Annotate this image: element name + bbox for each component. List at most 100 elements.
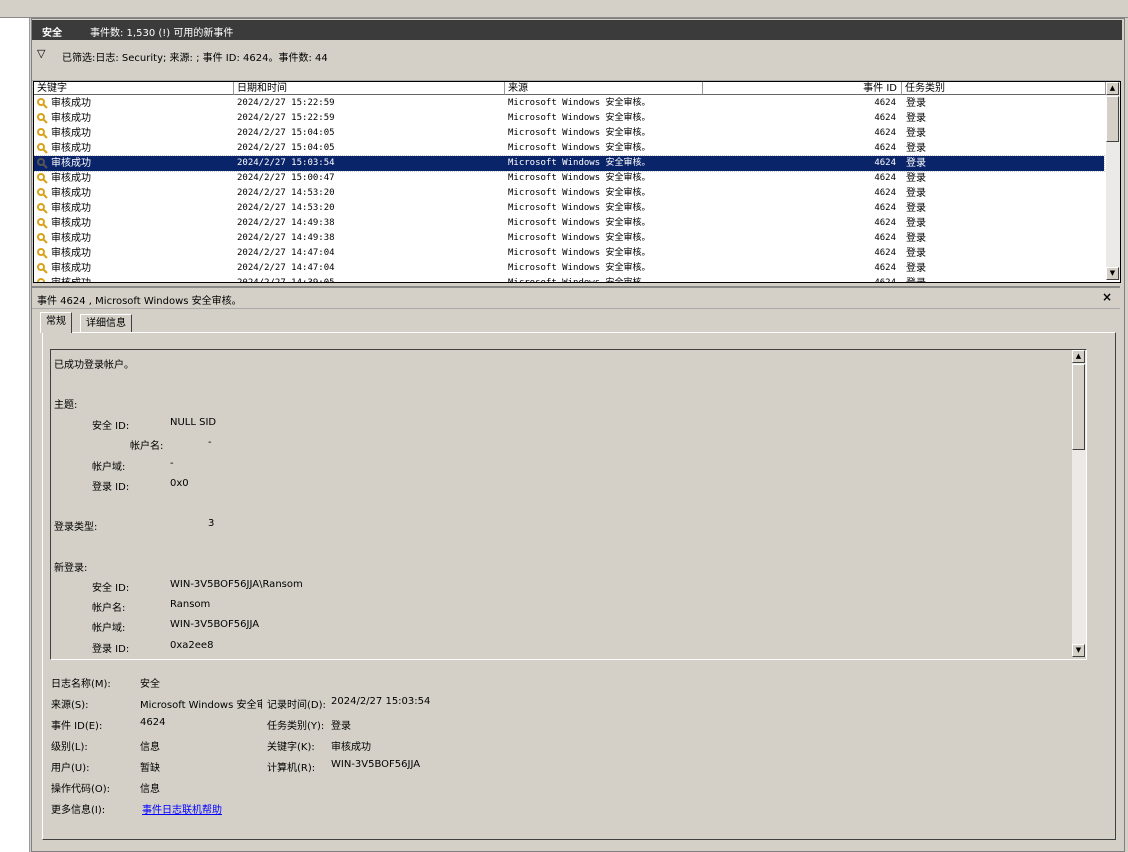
row-event-id: 4624 xyxy=(874,248,896,258)
scroll-up-button[interactable]: ▲ xyxy=(1072,350,1085,363)
scroll-up-button[interactable]: ▲ xyxy=(1106,82,1119,95)
event-table: 关键字 日期和时间 来源 事件 ID 任务类别 审核成功 2024/2/27 15… xyxy=(33,81,1121,283)
tab-details[interactable]: 详细信息 xyxy=(80,314,132,333)
field-value: 0xa2ee8 xyxy=(170,640,214,651)
more-info-label: 更多信息(I): xyxy=(51,805,106,816)
row-event-id: 4624 xyxy=(874,188,896,198)
column-keyword[interactable]: 关键字 xyxy=(34,82,234,95)
field-label: 登录 ID: xyxy=(92,644,130,655)
level-value: 信息 xyxy=(140,742,160,753)
logged-label: 记录时间(D): xyxy=(267,700,326,711)
field-label: 帐户域: xyxy=(92,623,126,634)
table-row[interactable]: 审核成功 2024/2/27 15:04:05 Microsoft Windows … xyxy=(34,126,1104,141)
row-datetime: 2024/2/27 14:49:38 xyxy=(237,218,335,228)
row-task: 登录 xyxy=(906,248,926,259)
column-event-id[interactable]: 事件 ID xyxy=(703,82,902,95)
field-label: 登录 ID: xyxy=(92,482,130,493)
field-value: Ransom xyxy=(170,599,211,610)
field-label: 帐户域: xyxy=(92,462,126,473)
close-icon[interactable]: × xyxy=(1102,290,1112,304)
table-row[interactable]: 审核成功 2024/2/27 15:00:47 Microsoft Windows … xyxy=(34,171,1104,186)
log-name-value: 安全 xyxy=(140,679,160,690)
row-datetime: 2024/2/27 15:22:59 xyxy=(237,113,335,123)
message-intro: 已成功登录帐户。 xyxy=(54,360,134,371)
table-row[interactable]: 审核成功 2024/2/27 15:22:59 Microsoft Windows … xyxy=(34,111,1104,126)
row-source: Microsoft Windows 安全审核。 xyxy=(508,188,651,198)
field-value: - xyxy=(208,437,212,448)
key-icon xyxy=(37,276,48,282)
row-keyword: 审核成功 xyxy=(51,203,91,214)
row-source: Microsoft Windows 安全审核。 xyxy=(508,98,651,108)
scroll-down-button[interactable]: ▼ xyxy=(1072,644,1085,657)
row-datetime: 2024/2/27 14:47:04 xyxy=(237,263,335,273)
table-row[interactable]: 审核成功 2024/2/27 14:49:38 Microsoft Windows … xyxy=(34,231,1104,246)
row-keyword: 审核成功 xyxy=(51,158,91,169)
row-keyword: 审核成功 xyxy=(51,113,91,124)
event-count: 事件数: 1,530 (!) 可用的新事件 xyxy=(90,28,234,39)
row-datetime: 2024/2/27 15:03:54 xyxy=(237,158,335,168)
row-task: 登录 xyxy=(906,98,926,109)
row-datetime: 2024/2/27 15:04:05 xyxy=(237,128,335,138)
row-source: Microsoft Windows 安全审核。 xyxy=(508,248,651,258)
row-event-id: 4624 xyxy=(874,263,896,273)
row-keyword: 审核成功 xyxy=(51,188,91,199)
keywords-label: 关键字(K): xyxy=(267,742,315,753)
row-event-id: 4624 xyxy=(874,98,896,108)
detail-header: 事件 4624 , Microsoft Windows 安全审核。 × xyxy=(32,286,1120,309)
row-datetime: 2024/2/27 14:47:04 xyxy=(237,248,335,258)
row-datetime: 2024/2/27 14:53:20 xyxy=(237,203,335,213)
logon-type-label: 登录类型: xyxy=(54,522,98,533)
left-pane xyxy=(0,18,30,852)
row-event-id: 4624 xyxy=(874,218,896,228)
table-scrollbar[interactable]: ▲ ▼ xyxy=(1106,82,1120,280)
row-datetime: 2024/2/27 14:39:05 xyxy=(237,278,335,283)
row-task: 登录 xyxy=(906,233,926,244)
table-row[interactable]: 审核成功 2024/2/27 14:39:05 Microsoft Windows … xyxy=(34,276,1104,283)
computer-value: WIN-3V5BOF56JJA xyxy=(331,759,421,770)
table-row[interactable]: 审核成功 2024/2/27 14:49:38 Microsoft Windows … xyxy=(34,216,1104,231)
column-task[interactable]: 任务类别 xyxy=(902,82,1106,95)
column-source[interactable]: 来源 xyxy=(505,82,703,95)
message-scrollbar[interactable]: ▲ ▼ xyxy=(1072,350,1086,657)
row-source: Microsoft Windows 安全审核。 xyxy=(508,263,651,273)
table-row[interactable]: 审核成功 2024/2/27 14:47:04 Microsoft Windows … xyxy=(34,246,1104,261)
table-row[interactable]: 审核成功 2024/2/27 14:53:20 Microsoft Windows … xyxy=(34,186,1104,201)
table-row[interactable]: 审核成功 2024/2/27 15:22:59 Microsoft Windows … xyxy=(34,96,1104,111)
row-task: 登录 xyxy=(906,173,926,184)
row-event-id: 4624 xyxy=(874,173,896,183)
row-source: Microsoft Windows 安全审核。 xyxy=(508,203,651,213)
table-row[interactable]: 审核成功 2024/2/27 14:47:04 Microsoft Windows … xyxy=(34,261,1104,276)
user-value: 暂缺 xyxy=(140,763,160,774)
row-keyword: 审核成功 xyxy=(51,218,91,229)
row-datetime: 2024/2/27 15:04:05 xyxy=(237,143,335,153)
row-event-id: 4624 xyxy=(874,278,896,283)
row-keyword: 审核成功 xyxy=(51,98,91,109)
row-keyword: 审核成功 xyxy=(51,173,91,184)
opcode-value: 信息 xyxy=(140,784,160,795)
scroll-thumb[interactable] xyxy=(1106,96,1119,142)
event-message-box[interactable]: 已成功登录帐户。 主题: 安全 ID: NULL SID 帐户名: - 帐户域:… xyxy=(50,349,1087,660)
field-value: WIN-3V5BOF56JJA xyxy=(170,619,260,630)
task-label: 任务类别(Y): xyxy=(267,721,325,732)
row-keyword: 审核成功 xyxy=(51,233,91,244)
row-task: 登录 xyxy=(906,203,926,214)
row-task: 登录 xyxy=(906,188,926,199)
row-task: 登录 xyxy=(906,218,926,229)
column-datetime[interactable]: 日期和时间 xyxy=(234,82,505,95)
filter-icon: ▽ xyxy=(37,47,46,60)
scroll-thumb[interactable] xyxy=(1072,364,1085,450)
row-keyword: 审核成功 xyxy=(51,128,91,139)
table-row[interactable]: 审核成功 2024/2/27 15:04:05 Microsoft Windows … xyxy=(34,141,1104,156)
log-name-label: 日志名称(M): xyxy=(51,679,111,690)
scroll-down-button[interactable]: ▼ xyxy=(1106,267,1119,280)
row-source: Microsoft Windows 安全审核。 xyxy=(508,278,651,283)
field-value: WIN-3V5BOF56JJA\Ransom xyxy=(170,579,303,590)
online-help-link[interactable]: 事件日志联机帮助 xyxy=(142,801,222,816)
table-row[interactable]: 审核成功 2024/2/27 14:53:20 Microsoft Windows … xyxy=(34,201,1104,216)
row-event-id: 4624 xyxy=(874,128,896,138)
tab-general[interactable]: 常规 xyxy=(40,312,72,333)
field-label: 安全 ID: xyxy=(92,583,130,594)
level-label: 级别(L): xyxy=(51,742,88,753)
row-source: Microsoft Windows 安全审核。 xyxy=(508,173,651,183)
table-row[interactable]: 审核成功 2024/2/27 15:03:54 Microsoft Windows … xyxy=(34,155,1105,172)
